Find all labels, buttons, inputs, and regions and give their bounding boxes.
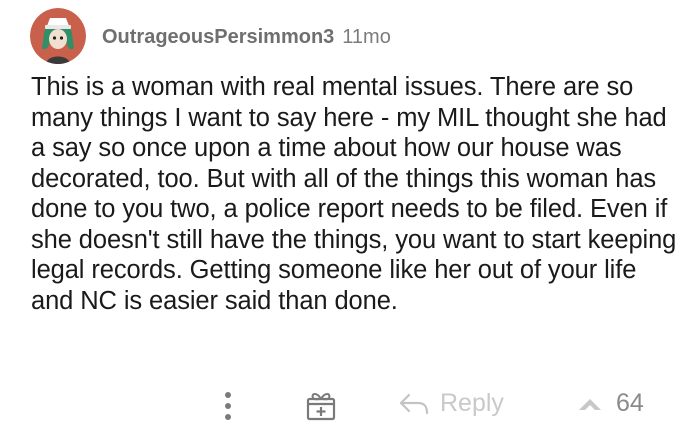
comment: OutrageousPersimmon3 11mo This is a woma… — [0, 0, 700, 433]
upvote-count: 64 — [616, 389, 644, 417]
reply-label: Reply — [440, 389, 504, 417]
comment-actions: Reply 64 — [0, 380, 700, 432]
username[interactable]: OutrageousPersimmon3 — [102, 26, 334, 49]
more-options-button[interactable] — [218, 388, 238, 424]
comment-meta: OutrageousPersimmon3 11mo — [102, 26, 391, 49]
upvote-arrow-icon[interactable] — [576, 393, 604, 415]
gift-award-icon — [306, 393, 336, 421]
award-button[interactable] — [304, 388, 338, 422]
comment-body: This is a woman with real mental issues.… — [31, 73, 677, 315]
timestamp: 11mo — [342, 25, 391, 48]
reply-button[interactable]: Reply — [398, 389, 504, 418]
comment-header: OutrageousPersimmon3 11mo — [30, 8, 391, 64]
user-avatar[interactable] — [30, 8, 86, 64]
more-vertical-icon — [225, 392, 231, 420]
avatar-icon — [30, 8, 86, 64]
upvote-control[interactable]: 64 — [576, 389, 644, 418]
reply-arrow-icon — [399, 393, 429, 414]
